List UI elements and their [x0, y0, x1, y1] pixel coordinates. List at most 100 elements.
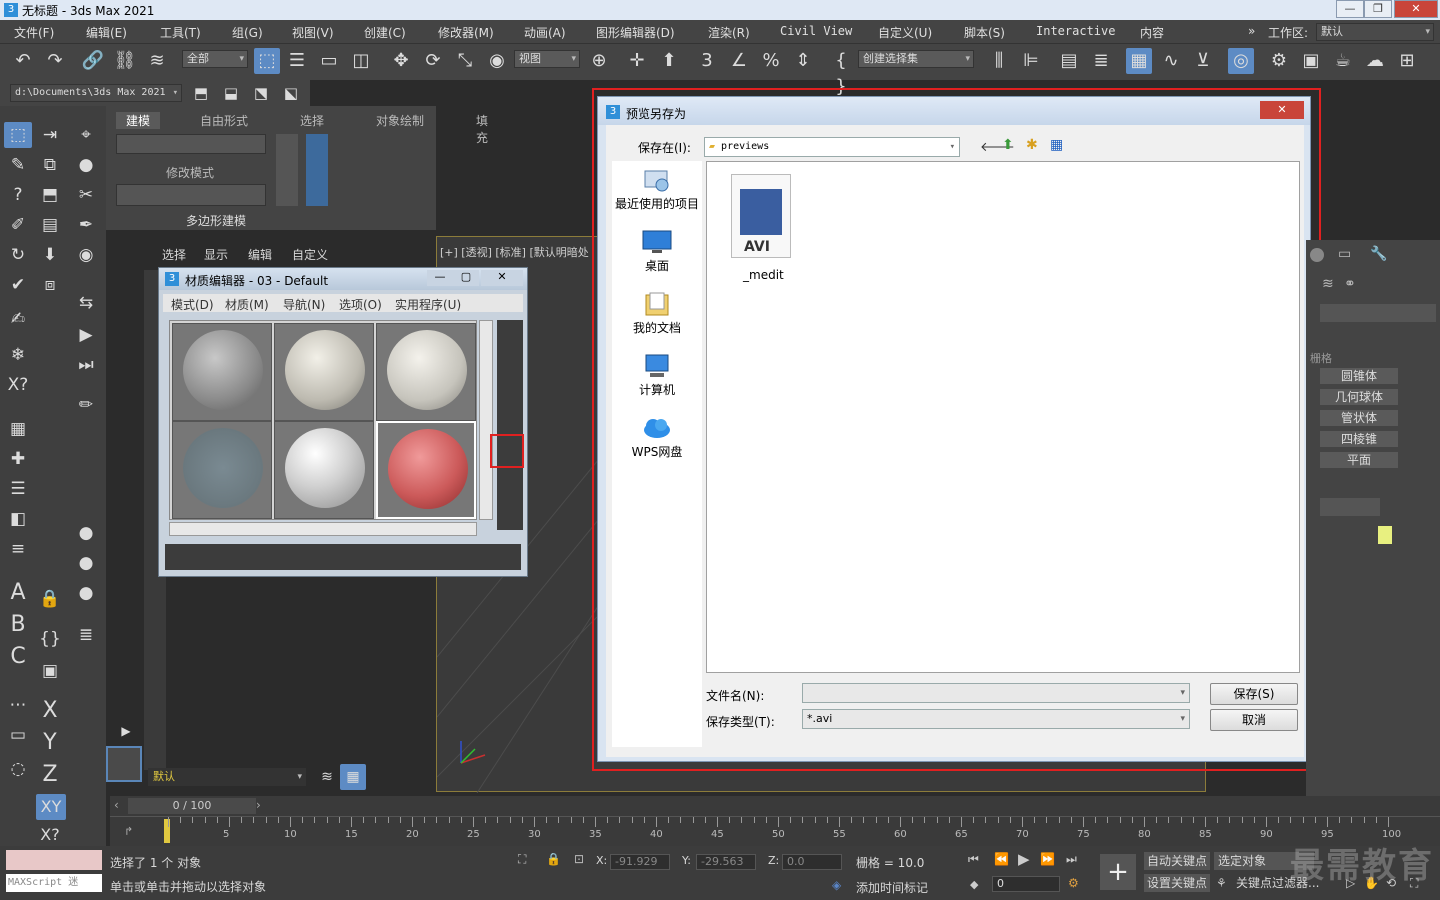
- stack-icon[interactable]: ▤: [36, 212, 64, 238]
- key-mode-icon[interactable]: ◆: [970, 878, 978, 891]
- layer-explorer-icon[interactable]: ≣: [1088, 48, 1114, 74]
- curve-editor-icon[interactable]: ∿: [1158, 48, 1184, 74]
- pyramid-button[interactable]: 四棱锥: [1320, 431, 1398, 447]
- cameras-icon[interactable]: ⚭: [1344, 276, 1356, 292]
- paint-select-icon[interactable]: ?: [4, 182, 32, 208]
- menu-file[interactable]: 文件(F): [14, 24, 54, 41]
- time-slider-thumb[interactable]: 0 / 100: [128, 798, 256, 814]
- material-editor-icon[interactable]: ◎: [1228, 48, 1254, 74]
- close-button[interactable]: ✕: [1394, 0, 1438, 18]
- y-coordinate[interactable]: -29.563: [696, 854, 756, 870]
- z-coordinate[interactable]: 0.0: [782, 854, 842, 870]
- project-settings-icon[interactable]: ⬕: [278, 80, 304, 106]
- maximize-button[interactable]: ❐: [1364, 0, 1392, 18]
- material-editor-titlebar[interactable]: 3 材质编辑器 - 03 - Default — ▢ ✕: [159, 268, 527, 290]
- menu-modifiers[interactable]: 修改器(M): [438, 24, 494, 41]
- go-to-end-icon[interactable]: ⏭: [1066, 852, 1077, 867]
- link-tool-icon[interactable]: ⇆: [72, 290, 100, 316]
- named-selection-set-select[interactable]: 创建选择集: [858, 50, 974, 68]
- orb-icon[interactable]: ◉: [72, 242, 100, 268]
- poly-modeling-label[interactable]: 多边形建模: [186, 212, 246, 229]
- project-path-select[interactable]: d:\Documents\3ds Max 2021: [10, 84, 182, 102]
- letter-a-icon[interactable]: A: [4, 580, 32, 606]
- menu-scripting[interactable]: 脚本(S): [964, 24, 1005, 41]
- ribbon-side-tools[interactable]: [276, 134, 298, 206]
- selection-filter-select[interactable]: 全部: [182, 50, 248, 68]
- rotate-icon[interactable]: ⟳: [420, 48, 446, 74]
- circle-c-icon[interactable]: ●: [72, 580, 100, 606]
- ribbon-tab-freeform[interactable]: 自由形式: [200, 112, 248, 129]
- me-menu-material[interactable]: 材质(M): [225, 296, 269, 313]
- me-close-button[interactable]: ✕: [481, 270, 523, 286]
- add-time-tag[interactable]: 添加时间标记: [856, 879, 928, 896]
- ruler-icon[interactable]: ▭: [4, 722, 32, 748]
- lock-icon[interactable]: 🔒: [36, 586, 64, 612]
- time-config-icon[interactable]: ⚙: [1068, 876, 1079, 890]
- align-icon[interactable]: ⊫: [1018, 48, 1044, 74]
- render-production-icon[interactable]: ☕: [1330, 48, 1356, 74]
- menu-customize[interactable]: 自定义(U): [878, 24, 932, 41]
- project-open-icon[interactable]: ⬓: [218, 80, 244, 106]
- axis-z-icon[interactable]: Z: [36, 762, 64, 788]
- axis-xy-icon[interactable]: XY: [36, 794, 66, 820]
- view-cube-icon[interactable]: ⌖: [72, 122, 100, 148]
- color-swatch[interactable]: [1378, 526, 1392, 544]
- material-editor-side-toolbar[interactable]: [497, 320, 523, 530]
- pen-select-icon[interactable]: ✍: [4, 306, 32, 332]
- modifier-stack-icon[interactable]: ▦: [4, 416, 32, 442]
- object-category-select[interactable]: [1320, 304, 1436, 322]
- ribbon-tab-modeling[interactable]: 建模: [116, 112, 161, 129]
- material-editor-window[interactable]: 3 材质编辑器 - 03 - Default — ▢ ✕ 模式(D) 材质(M)…: [158, 267, 528, 577]
- stack-layers-icon[interactable]: ≡: [4, 536, 32, 562]
- ribbon-tab-object-paint[interactable]: 对象绘制: [376, 112, 424, 129]
- menu-group[interactable]: 组(G): [232, 24, 263, 41]
- isolate-selection-icon[interactable]: ⛶: [518, 852, 526, 867]
- unwrap-icon[interactable]: ⧈: [36, 272, 64, 298]
- previous-key-icon[interactable]: ⏪: [994, 852, 1009, 866]
- track-bar[interactable]: ↱ 5 10 15 20 25 30 35 40 45 50 55 60 65 70 75 80 85 90 95 1…: [110, 816, 1440, 846]
- track-view-icon[interactable]: ↱: [124, 825, 133, 838]
- next-key-icon[interactable]: ⏩: [1040, 852, 1055, 866]
- display-dot-icon[interactable]: [1310, 248, 1324, 262]
- link-icon[interactable]: 🔗: [80, 48, 106, 74]
- xy-transform-icon[interactable]: X?: [4, 372, 32, 398]
- render-cloud-icon[interactable]: ☁: [1362, 48, 1388, 74]
- me-menu-options[interactable]: 选项(O): [339, 296, 382, 313]
- cone-button[interactable]: 圆锥体: [1320, 368, 1398, 384]
- rect-selection-icon[interactable]: ▭: [316, 48, 342, 74]
- window-crossing-icon[interactable]: ◫: [348, 48, 374, 74]
- bind-spacewarp-icon[interactable]: ≋: [144, 48, 170, 74]
- menu-civil-view[interactable]: Civil View: [780, 24, 852, 38]
- reference-coordinate-select[interactable]: 视图: [514, 50, 580, 68]
- layers-icon[interactable]: ☰: [4, 476, 32, 502]
- snowflake-icon[interactable]: ❄: [4, 342, 32, 368]
- me-minimize-button[interactable]: —: [427, 270, 453, 286]
- braces-icon[interactable]: {}: [36, 626, 64, 652]
- keyboard-shortcut-icon[interactable]: ⬆: [656, 48, 682, 74]
- prev-frame-icon[interactable]: ‹: [114, 798, 119, 812]
- go-to-start-icon[interactable]: ⏮: [968, 852, 979, 867]
- film-icon[interactable]: ▣: [36, 658, 64, 684]
- workspace-select[interactable]: 默认: [1316, 23, 1434, 41]
- me-menu-modes[interactable]: 模式(D): [171, 296, 214, 313]
- percent-snap-icon[interactable]: %: [758, 48, 784, 74]
- ribbon-active-tools[interactable]: [306, 134, 328, 206]
- ribbon-tab-selection[interactable]: 选择: [300, 112, 324, 129]
- layer-select[interactable]: 默认: [148, 768, 306, 786]
- scene-menu-display[interactable]: 显示: [204, 246, 228, 263]
- mirror-icon[interactable]: ⫼: [986, 48, 1012, 74]
- lasso-icon[interactable]: ✎: [4, 152, 32, 178]
- material-slot[interactable]: [274, 323, 374, 421]
- pencil-edit-icon[interactable]: ✏: [72, 392, 100, 418]
- export-icon[interactable]: ⬇: [36, 242, 64, 268]
- x-coordinate[interactable]: -91.929: [610, 854, 670, 870]
- toggle-ribbon-icon[interactable]: ▦: [1126, 48, 1152, 74]
- slots-scrollbar[interactable]: [479, 320, 493, 520]
- scene-explorer-icon[interactable]: ▤: [1056, 48, 1082, 74]
- key-filter-icon[interactable]: ⚘: [1216, 876, 1227, 890]
- time-tag-icon[interactable]: ◈: [832, 878, 841, 892]
- time-slider[interactable]: ‹ 0 / 100 ›: [110, 796, 1440, 816]
- circle-a-icon[interactable]: ●: [72, 520, 100, 546]
- placement-icon[interactable]: ◉: [484, 48, 510, 74]
- maxscript-input[interactable]: MAXScript 迷: [6, 874, 102, 892]
